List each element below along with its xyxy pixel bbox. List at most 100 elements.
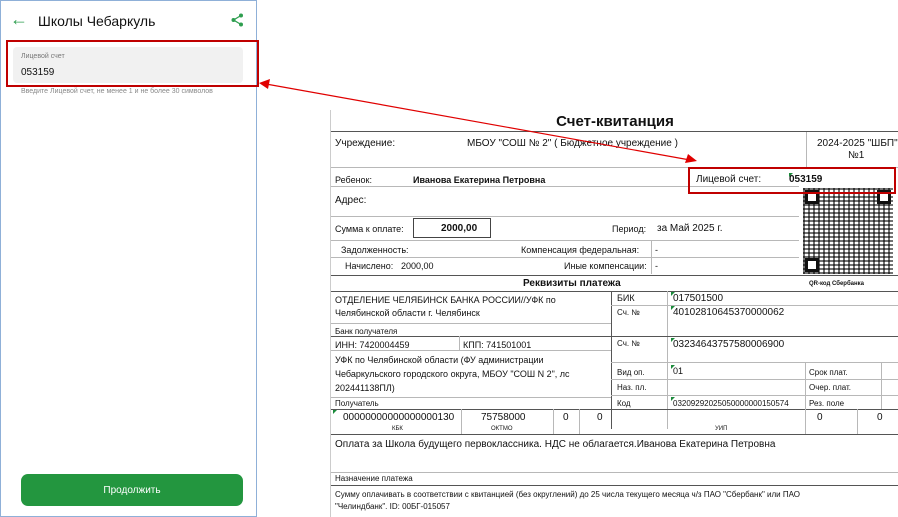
- rez-label: Рез. поле: [809, 399, 845, 408]
- institution-value: МБОУ "СОШ № 2" ( Бюджетное учреждение ): [467, 138, 678, 149]
- divider: [805, 409, 806, 434]
- highlight-frame-receipt: [688, 167, 896, 194]
- divider: [331, 257, 799, 258]
- zero-value-3: 0: [817, 412, 823, 423]
- child-label: Ребенок:: [335, 175, 372, 185]
- kbk-label: КБК: [392, 426, 403, 432]
- accrued-value: 2000,00: [401, 261, 434, 271]
- arrowhead-left-icon: [259, 79, 270, 89]
- divider: [461, 409, 462, 434]
- divider: [459, 336, 460, 350]
- divider: [331, 291, 898, 292]
- acc2-value: 03234643757580006900: [673, 339, 785, 350]
- other-comp-label: Иные компенсации:: [564, 261, 647, 271]
- divider: [331, 409, 898, 410]
- other-comp-value: -: [655, 261, 658, 271]
- uip-label: УИП: [715, 426, 728, 432]
- divider: [553, 409, 554, 434]
- receipt-title: Счет-квитанция: [556, 113, 674, 130]
- vid-op-value: 01: [673, 366, 684, 376]
- bank-recipient-label: Банк получателя: [335, 327, 398, 336]
- divider: [331, 216, 799, 217]
- zero-value-4: 0: [877, 412, 883, 423]
- address-label: Адрес:: [335, 195, 367, 206]
- child-name: Иванова Екатерина Петровна: [413, 175, 546, 185]
- bank-name-line2: Челябинской области г. Челябинск: [335, 308, 480, 318]
- srok-label: Срок плат.: [809, 368, 848, 377]
- divider: [611, 395, 898, 396]
- divider: [331, 397, 611, 398]
- divider: [857, 409, 858, 434]
- requisites-title: Реквизиты платежа: [523, 278, 621, 289]
- recipient-label: Получатель: [335, 399, 379, 408]
- year-value: 2024-2025 "ШБП": [817, 138, 898, 149]
- divider: [331, 485, 898, 486]
- period-label: Период:: [612, 224, 647, 234]
- divider: [331, 323, 611, 324]
- sum-label: Сумма к оплате:: [335, 224, 404, 234]
- divider: [881, 362, 882, 409]
- oktmo-label: ОКТМО: [491, 426, 513, 432]
- accrued-label: Начислено:: [345, 261, 394, 271]
- bank-name-line1: ОТДЕЛЕНИЕ ЧЕЛЯБИНСК БАНКА РОССИИ//УФК по: [335, 295, 556, 305]
- highlight-frame-app: [6, 40, 259, 87]
- divider: [331, 336, 898, 337]
- oktmo-value: 75758000: [481, 412, 526, 423]
- kod-label: Код: [617, 399, 631, 408]
- group-value: №1: [848, 150, 865, 161]
- debt-label: Задолженность:: [341, 245, 409, 255]
- qr-label: QR-код Сбербанка: [809, 281, 864, 287]
- divider: [806, 132, 807, 167]
- cell-marker: [333, 410, 337, 414]
- divider: [611, 379, 898, 380]
- footer-line1: Сумму оплачивать в соответствии с квитан…: [335, 490, 800, 499]
- kpp-value: КПП: 741501001: [463, 340, 532, 350]
- qr-corner: [805, 258, 819, 272]
- divider: [331, 131, 898, 132]
- app-header: ← Школы Чебаркуль: [1, 1, 256, 41]
- recipient-line3: 202441138ПЛ): [335, 383, 395, 393]
- acc2-label: Сч. №: [617, 339, 640, 348]
- continue-button[interactable]: Продолжить: [21, 474, 243, 506]
- kod-value: 03209292025050000000150574: [673, 399, 789, 408]
- fed-comp-label: Компенсация федеральная:: [521, 245, 640, 255]
- divider: [611, 362, 898, 363]
- share-icon-glyph: [231, 13, 243, 27]
- period-value: за Май 2025 г.: [657, 223, 723, 234]
- page-title: Школы Чебаркуль: [38, 13, 156, 29]
- recipient-line1: УФК по Челябинской области (ФУ администр…: [335, 355, 544, 365]
- inn-value: ИНН: 7420004459: [335, 340, 410, 350]
- acc1-label: Сч. №: [617, 308, 640, 317]
- ocher-label: Очер. плат.: [809, 383, 852, 392]
- debt-value: -: [403, 245, 406, 255]
- qr-code: [803, 188, 893, 274]
- divider: [331, 275, 898, 276]
- vid-op-label: Вид оп.: [617, 368, 645, 377]
- bik-value: 017501500: [673, 293, 724, 304]
- institution-label: Учреждение:: [335, 138, 396, 149]
- zero-value-1: 0: [563, 412, 569, 423]
- back-arrow-icon[interactable]: ←: [10, 10, 28, 28]
- account-hint: Введите Лицевой счет, не менее 1 и не бо…: [21, 88, 213, 95]
- kbk-value: 00000000000000000130: [343, 412, 455, 423]
- divider: [331, 350, 611, 351]
- naz-pl-label: Наз. пл.: [617, 383, 647, 392]
- sum-value: 2000,00: [441, 223, 478, 234]
- divider: [331, 472, 898, 473]
- receipt-document: Счет-квитанция Учреждение: МБОУ "СОШ № 2…: [330, 110, 898, 517]
- purpose-label: Назначение платежа: [335, 474, 413, 483]
- share-icon[interactable]: [231, 13, 243, 32]
- divider: [331, 240, 799, 241]
- divider: [331, 434, 898, 435]
- footer-line2: "Челиндбанк". ID: 00БГ-015057: [335, 502, 450, 511]
- payment-purpose: Оплата за Школа будущего первоклассника.…: [335, 439, 776, 450]
- bik-label: БИК: [617, 293, 635, 303]
- divider: [611, 305, 898, 306]
- divider: [651, 240, 652, 274]
- fed-comp-value: -: [655, 245, 658, 255]
- acc1-value: 40102810645370000062: [673, 307, 785, 318]
- divider: [579, 409, 580, 434]
- recipient-line2: Чебаркульского городского округа, МБОУ "…: [335, 369, 570, 379]
- divider: [805, 362, 806, 409]
- zero-value-2: 0: [597, 412, 603, 423]
